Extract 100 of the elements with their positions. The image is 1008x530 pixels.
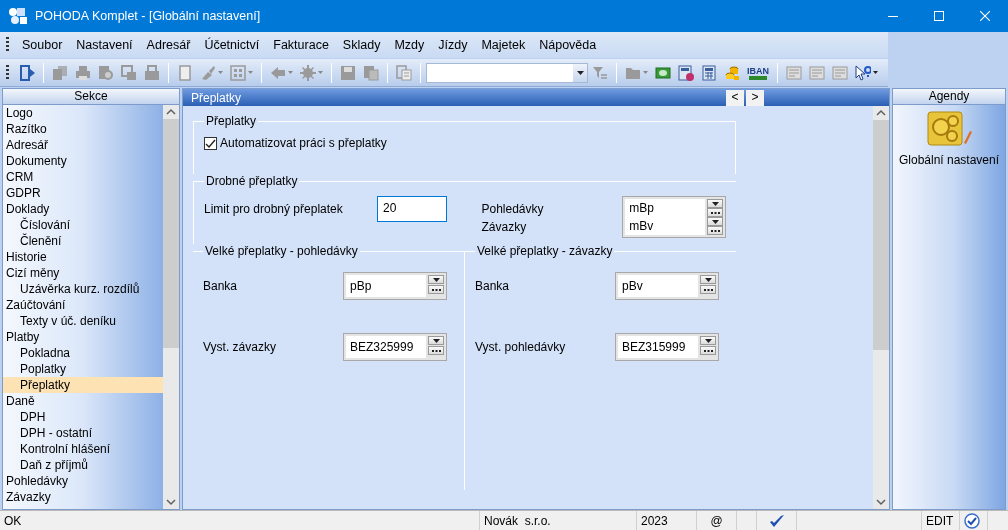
tree-item[interactable]: Daň z příjmů	[3, 457, 163, 473]
browse-button[interactable]	[700, 346, 716, 355]
browse-button[interactable]	[707, 208, 723, 217]
browse-button[interactable]	[707, 226, 723, 235]
dropdown-button[interactable]	[707, 199, 723, 208]
tree-item[interactable]: CRM	[3, 169, 163, 185]
dropdown-button[interactable]	[707, 217, 723, 226]
limit-field[interactable]: 20	[377, 196, 447, 222]
menu-item[interactable]: Soubor	[15, 33, 70, 57]
tree-item[interactable]: Zaúčtování	[3, 297, 163, 313]
caret-icon	[873, 71, 878, 74]
stripe-icon	[749, 75, 767, 80]
menu-item[interactable]: Nápověda	[532, 33, 604, 57]
panel-header: Agendy	[893, 89, 1005, 105]
caret-icon	[432, 338, 440, 343]
mode-text: EDIT	[922, 511, 960, 530]
tree-item[interactable]: Pohledávky	[3, 473, 163, 489]
combo-field[interactable]: pBv	[615, 272, 719, 300]
checkbox-label: Automatizovat práci s přeplatky	[220, 135, 387, 152]
tree-item[interactable]: Poplatky	[3, 361, 163, 377]
menu-item[interactable]: Adresář	[139, 33, 198, 57]
ellipsis-icon	[431, 288, 441, 291]
caret-icon	[576, 70, 584, 75]
tree-item[interactable]: Adresář	[3, 137, 163, 153]
tree-item[interactable]: Historie	[3, 249, 163, 265]
clipboard-icon	[396, 64, 412, 81]
combo-field[interactable]: BEZ315999	[615, 333, 719, 361]
field-label: Vyst. závazky	[203, 339, 277, 356]
menu-item[interactable]: Účetnictví	[197, 33, 267, 57]
tree-item[interactable]: Texty v úč. deníku	[3, 313, 163, 329]
confirm-icon[interactable]	[964, 512, 980, 529]
combo-field[interactable]: BEZ325999	[343, 333, 447, 361]
scrollbar[interactable]	[163, 105, 179, 509]
field-label: Pohledávky	[481, 201, 545, 218]
caret-icon	[711, 219, 719, 224]
combo-field[interactable]: pBp	[343, 272, 447, 300]
tree-item[interactable]: DPH - ostatní	[3, 425, 163, 441]
group-title: Drobné přeplatky	[205, 174, 299, 188]
banknote-icon	[655, 64, 671, 81]
printer-icon	[75, 64, 91, 81]
browse-button[interactable]	[700, 285, 716, 294]
card-icon	[832, 64, 848, 81]
status-message: OK	[0, 511, 480, 530]
tree-item[interactable]: Číslování	[3, 217, 163, 233]
tree-item[interactable]: Logo	[3, 105, 163, 121]
tree-item[interactable]: Doklady	[3, 201, 163, 217]
dropdown-button[interactable]	[700, 275, 716, 284]
dropdown-button[interactable]	[700, 336, 716, 345]
previous-button[interactable]: <	[726, 89, 744, 106]
app-icon	[7, 6, 29, 26]
menu-item[interactable]: Majetek	[474, 33, 533, 57]
close-icon	[980, 11, 990, 21]
caret-icon	[704, 277, 712, 282]
tree-item[interactable]: Cizí měny	[3, 265, 163, 281]
toolbar-combo[interactable]	[426, 62, 588, 83]
tree-item[interactable]: Přeplatky	[3, 377, 163, 393]
tree-item[interactable]: Razítko	[3, 121, 163, 137]
tree-item[interactable]: Pokladna	[3, 345, 163, 361]
browse-button[interactable]	[428, 346, 444, 355]
tree-item[interactable]: Závazky	[3, 489, 163, 505]
menu-item[interactable]: Nastavení	[69, 33, 140, 57]
field-label: Závazky	[481, 219, 528, 236]
next-button[interactable]: >	[746, 89, 764, 106]
settings-icon[interactable]	[926, 111, 972, 147]
agenda-label[interactable]: Globální nastavení	[898, 151, 1000, 169]
caret-icon	[711, 201, 719, 206]
caret-icon	[288, 71, 293, 74]
menu-item[interactable]: Jízdy	[431, 33, 475, 57]
scrollbar[interactable]	[873, 106, 889, 509]
ellipsis-icon	[431, 349, 441, 352]
menu-item[interactable]: Fakturace	[266, 33, 336, 57]
field-label: Banka	[475, 278, 511, 295]
menu-item[interactable]: Mzdy	[387, 33, 432, 57]
dropdown-button[interactable]	[428, 336, 444, 345]
gear-icon	[300, 64, 316, 81]
tree-item[interactable]: DPH	[3, 409, 163, 425]
dropdown-button[interactable]	[428, 275, 444, 284]
panel-header: Sekce	[3, 89, 179, 105]
tree-item[interactable]: Daně	[3, 393, 163, 409]
menu-item[interactable]: Sklady	[335, 33, 388, 57]
caret-icon	[218, 71, 223, 74]
tree-item[interactable]: GDPR	[3, 185, 163, 201]
tree-item[interactable]: Členění	[3, 233, 163, 249]
tree-item[interactable]: Dokumenty	[3, 153, 163, 169]
tree-item[interactable]: Platby	[3, 329, 163, 345]
toolbar-button[interactable]: IBAN	[744, 61, 772, 84]
checkbox[interactable]	[204, 136, 217, 150]
window-title: POHODA Komplet - [Globální nastavení]	[35, 7, 261, 25]
tree-item[interactable]: Kontrolní hlášení	[3, 441, 163, 457]
maximize-icon	[934, 11, 944, 21]
filter-icon	[592, 64, 608, 81]
tree-item[interactable]: Uzávěrka kurz. rozdílů	[3, 281, 163, 297]
page-icon	[177, 64, 193, 81]
company-name: Novák s.r.o.	[480, 511, 637, 530]
browse-button[interactable]	[428, 285, 444, 294]
field-label: Limit pro drobný přeplatek	[204, 201, 344, 218]
caret-icon	[248, 71, 253, 74]
pages-icon	[363, 64, 379, 81]
card-icon	[809, 64, 825, 81]
caret-icon	[432, 277, 440, 282]
